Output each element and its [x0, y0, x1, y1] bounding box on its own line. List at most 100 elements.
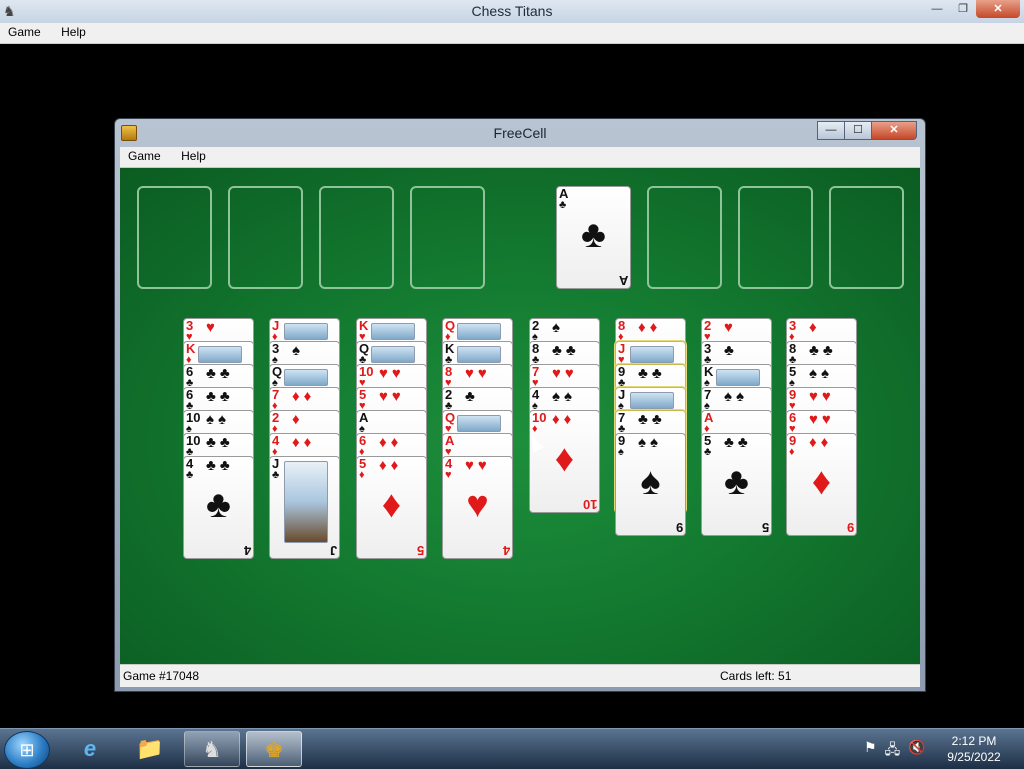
cards-left: Cards left: 51 [720, 669, 792, 683]
suit-pips: ♣ [465, 388, 479, 405]
restore-button[interactable]: ❐ [950, 0, 976, 18]
suit-pips: ♠♠ [638, 434, 662, 451]
suit-pips: ♥♥ [809, 388, 835, 405]
file-explorer-icon[interactable]: 📁 [122, 731, 178, 767]
suit-center-icon: ♠ [640, 461, 661, 503]
freecell-titlebar[interactable]: FreeCell — ☐ ✕ [115, 121, 925, 145]
suit-pips: ♦♦ [379, 457, 403, 474]
game-table: A ♣ ♣ A 3 ♥ ♥ K ♦ 6 ♣ ♣♣ 6 ♣ ♣♣ 10 ♠ ♠♠ 10 ♣ ♣♣ 4 ♣ ♣♣ ♣ 4 J ♦ 3… [120, 168, 920, 664]
suit-center-icon: ♦ [811, 461, 832, 503]
menu-help[interactable]: Help [53, 23, 94, 39]
foundation-4[interactable] [829, 186, 904, 289]
free-cell-2[interactable] [228, 186, 303, 289]
face-card-picture [284, 369, 328, 386]
suit-pips: ♥♥ [465, 365, 491, 382]
menu-game[interactable]: Game [120, 147, 169, 163]
face-card-picture [630, 392, 674, 409]
card-col8-6[interactable]: 9 ♦ ♦♦ ♦ 9 [786, 433, 857, 536]
card-col4-7[interactable]: 4 ♥ ♥♥ ♥ 4 [442, 456, 513, 559]
suit-pips: ♥♥ [379, 365, 405, 382]
suit-pips: ♣♣ [809, 342, 837, 359]
card-rank-bottom: 4 [502, 543, 510, 558]
chess-titans-icon[interactable]: ♞ [184, 731, 240, 767]
freecell-menubar: Game Help [120, 147, 920, 168]
card-suit: ♣ [272, 469, 280, 481]
suit-pips: ♣♣ [638, 411, 666, 428]
suit-center-icon: ♥ [466, 484, 489, 526]
suit-pips: ♠ [552, 319, 564, 336]
menu-game[interactable]: Game [0, 23, 49, 39]
club-icon: ♣ [581, 214, 606, 256]
card-col1-7[interactable]: 4 ♣ ♣♣ ♣ 4 [183, 456, 254, 559]
suit-pips: ♥♥ [379, 388, 405, 405]
start-button[interactable]: ⊞ [4, 731, 50, 769]
action-center-flag-icon[interactable]: ⚑ [864, 739, 877, 763]
card-suit: ♦ [359, 469, 365, 481]
freecell-window: FreeCell — ☐ ✕ Game Help A ♣ ♣ A 3 ♥ ♥ K ♦ 6 ♣… [114, 118, 926, 692]
volume-muted-icon[interactable]: 🔇 [908, 739, 925, 763]
network-icon[interactable]: 🖧 [885, 739, 901, 763]
minimize-button[interactable]: — [924, 0, 950, 18]
free-cell-4[interactable] [410, 186, 485, 289]
suit-pips: ♣♣ [206, 365, 234, 382]
taskbar: ⊞ e 📁 ♞ ♚ ⚑ 🖧 🔇 2:12 PM 9/25/2022 [0, 728, 1024, 769]
menu-help[interactable]: Help [173, 147, 214, 163]
suit-center-icon: ♣ [206, 484, 231, 526]
card-rank-bottom: 5 [761, 520, 769, 535]
suit-pips: ♣♣ [724, 434, 752, 451]
card-suit: ♥ [445, 469, 452, 481]
card-col3-7[interactable]: 5 ♦ ♦♦ ♦ 5 [356, 456, 427, 559]
card-suit: ♣ [704, 446, 712, 458]
card-rank-bottom: 10 [582, 497, 597, 512]
card-suit: ♣ [559, 199, 567, 211]
suit-pips: ♦ [809, 319, 821, 336]
clock[interactable]: 2:12 PM 9/25/2022 [946, 733, 1002, 765]
suit-pips: ♥ [206, 319, 219, 336]
clock-date: 9/25/2022 [947, 750, 1001, 764]
card-col5-5[interactable]: 10 ♦ ♦♦ ♦ 10 [529, 410, 600, 513]
face-card-picture [457, 346, 501, 363]
card-col7-6[interactable]: 5 ♣ ♣♣ ♣ 5 [701, 433, 772, 536]
suit-pips: ♠♠ [552, 388, 576, 405]
suit-pips: ♣♣ [206, 388, 234, 405]
suit-pips: ♠♠ [724, 388, 748, 405]
suit-pips: ♦♦ [552, 411, 576, 428]
card-rank-bottom: 9 [675, 520, 683, 535]
suit-pips: ♥♥ [465, 457, 491, 474]
foundation-2[interactable] [647, 186, 722, 289]
maximize-button[interactable]: ☐ [844, 121, 872, 140]
suit-pips: ♠♠ [206, 411, 230, 428]
face-card-picture [457, 323, 501, 340]
suit-pips: ♣♣ [206, 434, 234, 451]
suit-pips: ♦♦ [809, 434, 833, 451]
suit-pips: ♥♥ [552, 365, 578, 382]
close-button[interactable]: ✕ [976, 0, 1020, 18]
chess-titans-menubar: Game Help [0, 23, 1024, 44]
chess-titans-titlebar[interactable]: ♞ Chess Titans — ❐ ✕ [0, 0, 1024, 24]
card-col6-6[interactable]: 9 ♠ ♠♠ ♠ 9 [615, 433, 686, 536]
suit-pips: ♦♦ [638, 319, 662, 336]
card-rank-bottom: A [618, 273, 628, 288]
suit-pips: ♥♥ [809, 411, 835, 428]
face-card-picture [198, 346, 242, 363]
suit-center-icon: ♣ [724, 461, 749, 503]
foundation-3[interactable] [738, 186, 813, 289]
chess-titans-title: Chess Titans [471, 3, 553, 19]
free-cell-3[interactable] [319, 186, 394, 289]
suit-pips: ♦♦ [292, 388, 316, 405]
free-cell-1[interactable] [137, 186, 212, 289]
close-button[interactable]: ✕ [871, 121, 917, 140]
clock-time: 2:12 PM [951, 734, 997, 748]
card-rank-bottom: 9 [846, 520, 854, 535]
card-rank-bottom: 4 [243, 543, 251, 558]
suit-pips: ♦ [292, 411, 304, 428]
game-number: Game #17048 [123, 669, 200, 683]
card-col2-7[interactable]: J ♣ J [269, 456, 340, 559]
internet-explorer-icon[interactable]: e [62, 731, 118, 767]
suit-pips: ♠♠ [809, 365, 833, 382]
freecell-icon[interactable]: ♚ [246, 731, 302, 767]
suit-pips: ♣♣ [638, 365, 666, 382]
suit-pips: ♣♣ [552, 342, 580, 359]
minimize-button[interactable]: — [817, 121, 845, 140]
foundation-1-card[interactable]: A ♣ ♣ A [556, 186, 631, 289]
